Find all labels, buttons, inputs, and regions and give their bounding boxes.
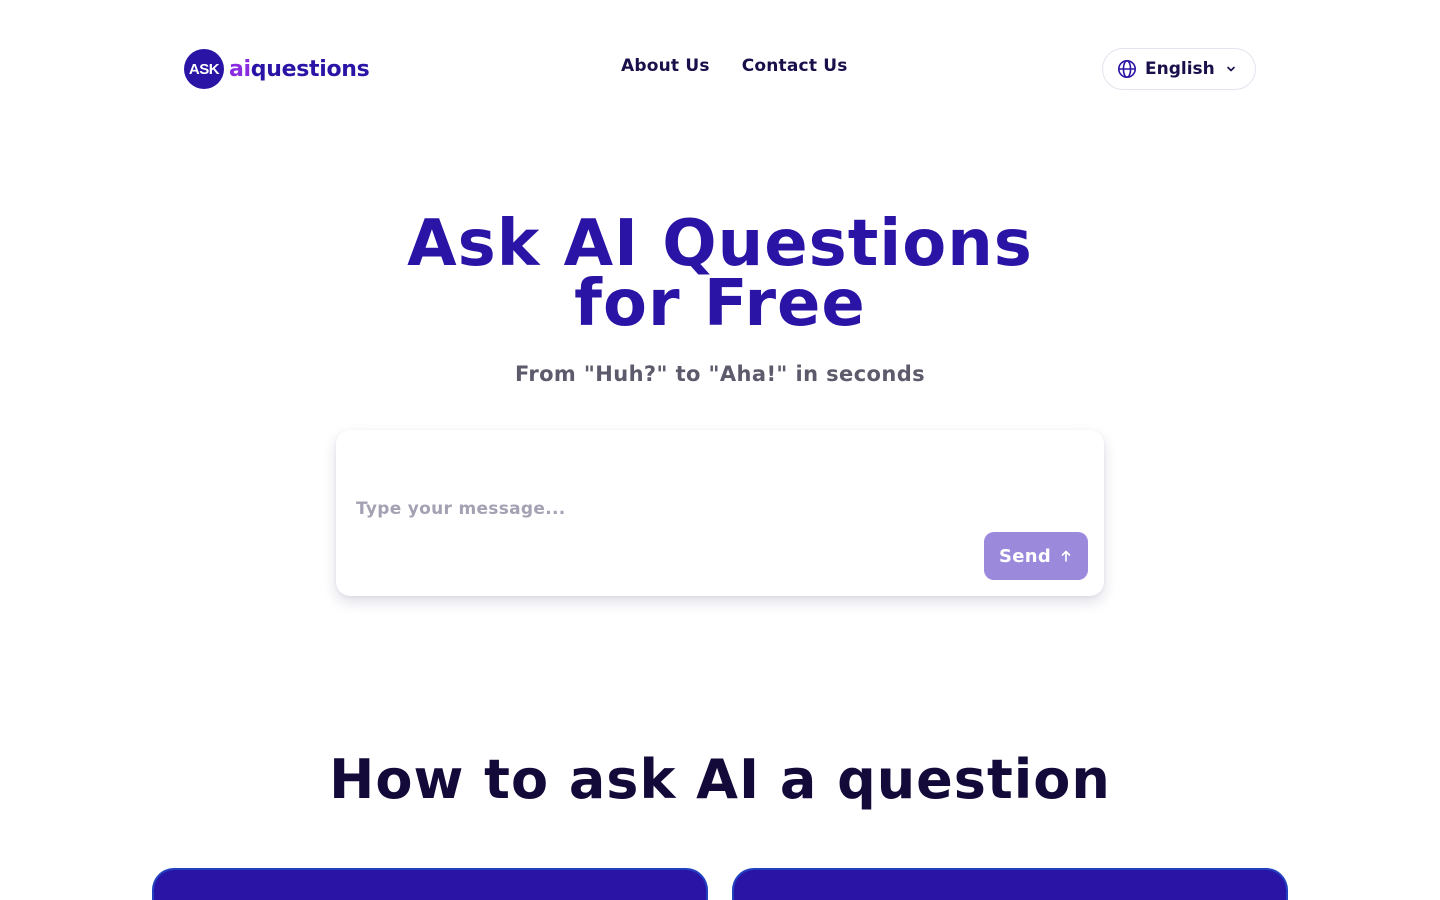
site-header: ASK aiquestions About Us Contact Us Engl…: [0, 0, 1440, 138]
howto-step-card: [732, 868, 1288, 900]
nav-contact-us[interactable]: Contact Us: [742, 56, 848, 76]
send-button[interactable]: Send: [984, 532, 1088, 580]
chat-box: Send: [336, 430, 1104, 596]
logo-wordmark-questions: questions: [250, 56, 370, 82]
language-label: English: [1145, 59, 1215, 79]
main-nav: About Us Contact Us: [621, 56, 848, 76]
nav-about-us[interactable]: About Us: [621, 56, 710, 76]
howto-step-card: [152, 868, 708, 900]
howto-section-title: How to ask AI a question: [329, 748, 1111, 811]
logo-link[interactable]: ASK aiquestions: [184, 49, 370, 89]
logo-wordmark-ai: ai: [229, 56, 251, 82]
hero-title-line-2: for Free: [574, 267, 866, 341]
hero-title: Ask AI Questions for Free: [0, 207, 1440, 341]
page: ASK aiquestions About Us Contact Us Engl…: [0, 0, 1440, 900]
message-input[interactable]: [356, 494, 956, 524]
globe-icon: [1117, 59, 1137, 79]
logo-wordmark: aiquestions: [229, 56, 370, 82]
hero-title-line-1: Ask AI Questions: [407, 207, 1033, 281]
logo-badge: ASK: [184, 49, 224, 89]
arrow-up-icon: [1059, 549, 1073, 563]
send-button-label: Send: [998, 545, 1052, 567]
hero-subtitle: From "Huh?" to "Aha!" in seconds: [514, 362, 926, 386]
language-selector[interactable]: English: [1102, 48, 1256, 90]
chevron-down-icon: [1225, 63, 1237, 75]
